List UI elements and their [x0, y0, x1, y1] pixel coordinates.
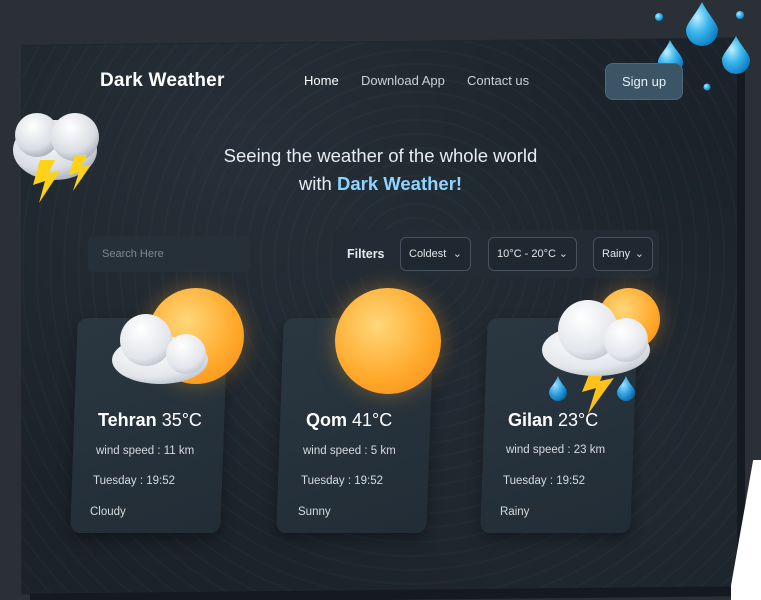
headline-line2: with Dark Weather!: [0, 170, 761, 198]
filter-condition-value: Rainy: [602, 248, 631, 260]
city-label: Tehran: [98, 410, 157, 430]
chevron-down-icon: ⌄: [452, 248, 462, 260]
city-name-tehran: Tehran 35°C: [98, 410, 202, 431]
headline-prefix: with: [298, 173, 337, 194]
sun-icon: [335, 288, 441, 394]
wind-speed: wind speed : 23 km: [506, 444, 606, 456]
nav-home[interactable]: Home: [304, 73, 339, 88]
city-label: Qom: [306, 410, 348, 430]
condition-label: Rainy: [500, 506, 530, 518]
day-time: Tuesday : 19:52: [301, 475, 384, 487]
filters-label: Filters: [347, 247, 385, 261]
wind-speed: wind speed : 11 km: [96, 445, 195, 457]
temperature: 35°C: [161, 410, 202, 430]
nav-contact-us[interactable]: Contact us: [467, 73, 529, 88]
wind-speed: wind speed : 5 km: [303, 445, 396, 457]
filter-range-value: 10°C - 20°C: [497, 248, 556, 260]
filter-condition-dropdown[interactable]: Rainy ⌄: [593, 237, 653, 271]
city-name-gilan: Gilan 23°C: [508, 410, 598, 431]
headline-brand: Dark Weather!: [336, 173, 463, 194]
brand-logo[interactable]: Dark Weather: [100, 70, 225, 92]
condition-label: Cloudy: [90, 506, 126, 518]
filter-order-value: Coldest: [409, 248, 447, 260]
filter-range-dropdown[interactable]: 10°C - 20°C ⌄: [488, 237, 577, 271]
chevron-down-icon: ⌄: [558, 248, 568, 260]
day-time: Tuesday : 19:52: [503, 475, 586, 487]
filter-order-dropdown[interactable]: Coldest ⌄: [400, 237, 471, 271]
chevron-down-icon: ⌄: [634, 248, 644, 260]
search-input[interactable]: Search Here: [88, 236, 250, 272]
condition-label: Sunny: [298, 506, 331, 518]
temperature: 23°C: [558, 410, 599, 430]
temperature: 41°C: [352, 410, 393, 430]
page-headline: Seeing the weather of the whole world wi…: [0, 142, 761, 198]
signup-button[interactable]: Sign up: [605, 63, 683, 100]
city-label: Gilan: [508, 410, 554, 430]
city-name-qom: Qom 41°C: [306, 410, 392, 431]
nav-download-app[interactable]: Download App: [361, 73, 445, 88]
storm-icon: [542, 300, 650, 414]
page-edge: [731, 460, 761, 600]
day-time: Tuesday : 19:52: [93, 475, 176, 487]
headline-line1: Seeing the weather of the whole world: [223, 145, 538, 166]
cloud-icon: [112, 314, 208, 384]
